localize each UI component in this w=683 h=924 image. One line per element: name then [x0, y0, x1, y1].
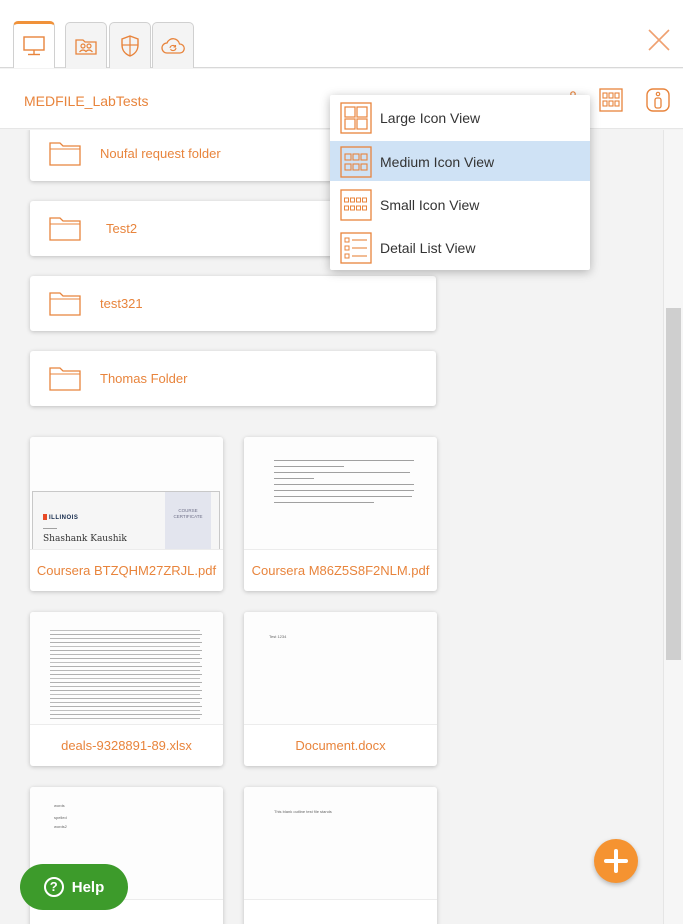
folder-icon: [49, 142, 81, 166]
help-label: Help: [71, 878, 105, 896]
file-card[interactable]: deals-9328891-89.xlsx: [30, 612, 223, 766]
folder-icon: [49, 367, 81, 391]
add-button[interactable]: [594, 839, 638, 883]
info-button[interactable]: [646, 87, 670, 113]
menu-item-small-icon-view[interactable]: Small Icon View: [330, 184, 590, 224]
file-name: Coursera M86Z5S8F2NLM.pdf: [251, 563, 430, 578]
folder-card[interactable]: Thomas Folder: [30, 351, 436, 406]
menu-item-label: Detail List View: [380, 240, 476, 256]
help-button[interactable]: ? Help: [20, 864, 128, 910]
tab-security[interactable]: [109, 22, 151, 68]
folder-icon: [49, 217, 81, 241]
security-shield-icon: [121, 34, 139, 57]
info-icon: [646, 88, 670, 112]
folder-icon: [49, 292, 81, 316]
menu-item-large-icon-view[interactable]: Large Icon View: [330, 97, 590, 137]
file-name: deals-9328891-89.xlsx: [61, 738, 192, 753]
menu-item-label: Small Icon View: [380, 197, 480, 213]
tab-my-computer[interactable]: [13, 21, 55, 68]
medium-icon-view-icon: [599, 88, 623, 112]
tab-bar: [0, 0, 683, 68]
breadcrumb[interactable]: MEDFILE_LabTests: [24, 93, 149, 109]
menu-item-detail-list-view[interactable]: Detail List View: [330, 227, 590, 267]
question-icon: ?: [43, 877, 64, 897]
file-thumbnail: ILLINOIS Shashank Kaushik COURSE CERTIFI…: [30, 437, 223, 550]
folder-card[interactable]: test321: [30, 276, 436, 331]
menu-item-label: Medium Icon View: [380, 154, 495, 170]
menu-item-medium-icon-view[interactable]: Medium Icon View: [330, 141, 590, 181]
detail-list-view-icon: [340, 232, 372, 264]
view-mode-menu: Large Icon View Medium Icon View Small I…: [330, 95, 590, 270]
shared-users-icon: [75, 38, 97, 55]
file-thumbnail: Test 1234: [244, 612, 437, 725]
tab-cloud-sync[interactable]: [152, 22, 194, 68]
folder-name: test321: [100, 296, 143, 311]
tab-shared[interactable]: [65, 22, 107, 68]
medium-icon-view-icon: [340, 146, 372, 178]
file-thumbnail: [244, 437, 437, 550]
small-icon-view-icon: [340, 189, 372, 221]
file-name: Document.docx: [295, 738, 386, 753]
plus-icon: [604, 849, 628, 873]
cloud-sync-icon: [161, 37, 185, 54]
folder-name: Thomas Folder: [100, 371, 188, 386]
certificate-preview: ILLINOIS Shashank Kaushik COURSE CERTIFI…: [32, 491, 220, 549]
file-card[interactable]: This blank outline test file stands: [244, 787, 437, 924]
file-thumbnail: [30, 612, 223, 725]
computer-icon: [23, 36, 45, 56]
folder-name: Noufal request folder: [100, 146, 221, 161]
file-manager-window: MEDFILE_LabTests Noufal request folder T…: [0, 0, 683, 924]
scrollbar[interactable]: [663, 130, 683, 924]
file-card[interactable]: Coursera M86Z5S8F2NLM.pdf: [244, 437, 437, 591]
menu-item-label: Large Icon View: [380, 110, 481, 126]
large-icon-view-icon: [340, 102, 372, 134]
view-mode-button[interactable]: [599, 87, 623, 113]
file-name: Coursera BTZQHM27ZRJL.pdf: [36, 563, 217, 578]
close-icon[interactable]: [647, 28, 671, 52]
file-card[interactable]: ILLINOIS Shashank Kaushik COURSE CERTIFI…: [30, 437, 223, 591]
file-thumbnail: This blank outline test file stands: [244, 787, 437, 900]
folder-name: Test2: [106, 221, 138, 236]
scrollbar-thumb[interactable]: [666, 308, 681, 660]
file-card[interactable]: Test 1234 Document.docx: [244, 612, 437, 766]
